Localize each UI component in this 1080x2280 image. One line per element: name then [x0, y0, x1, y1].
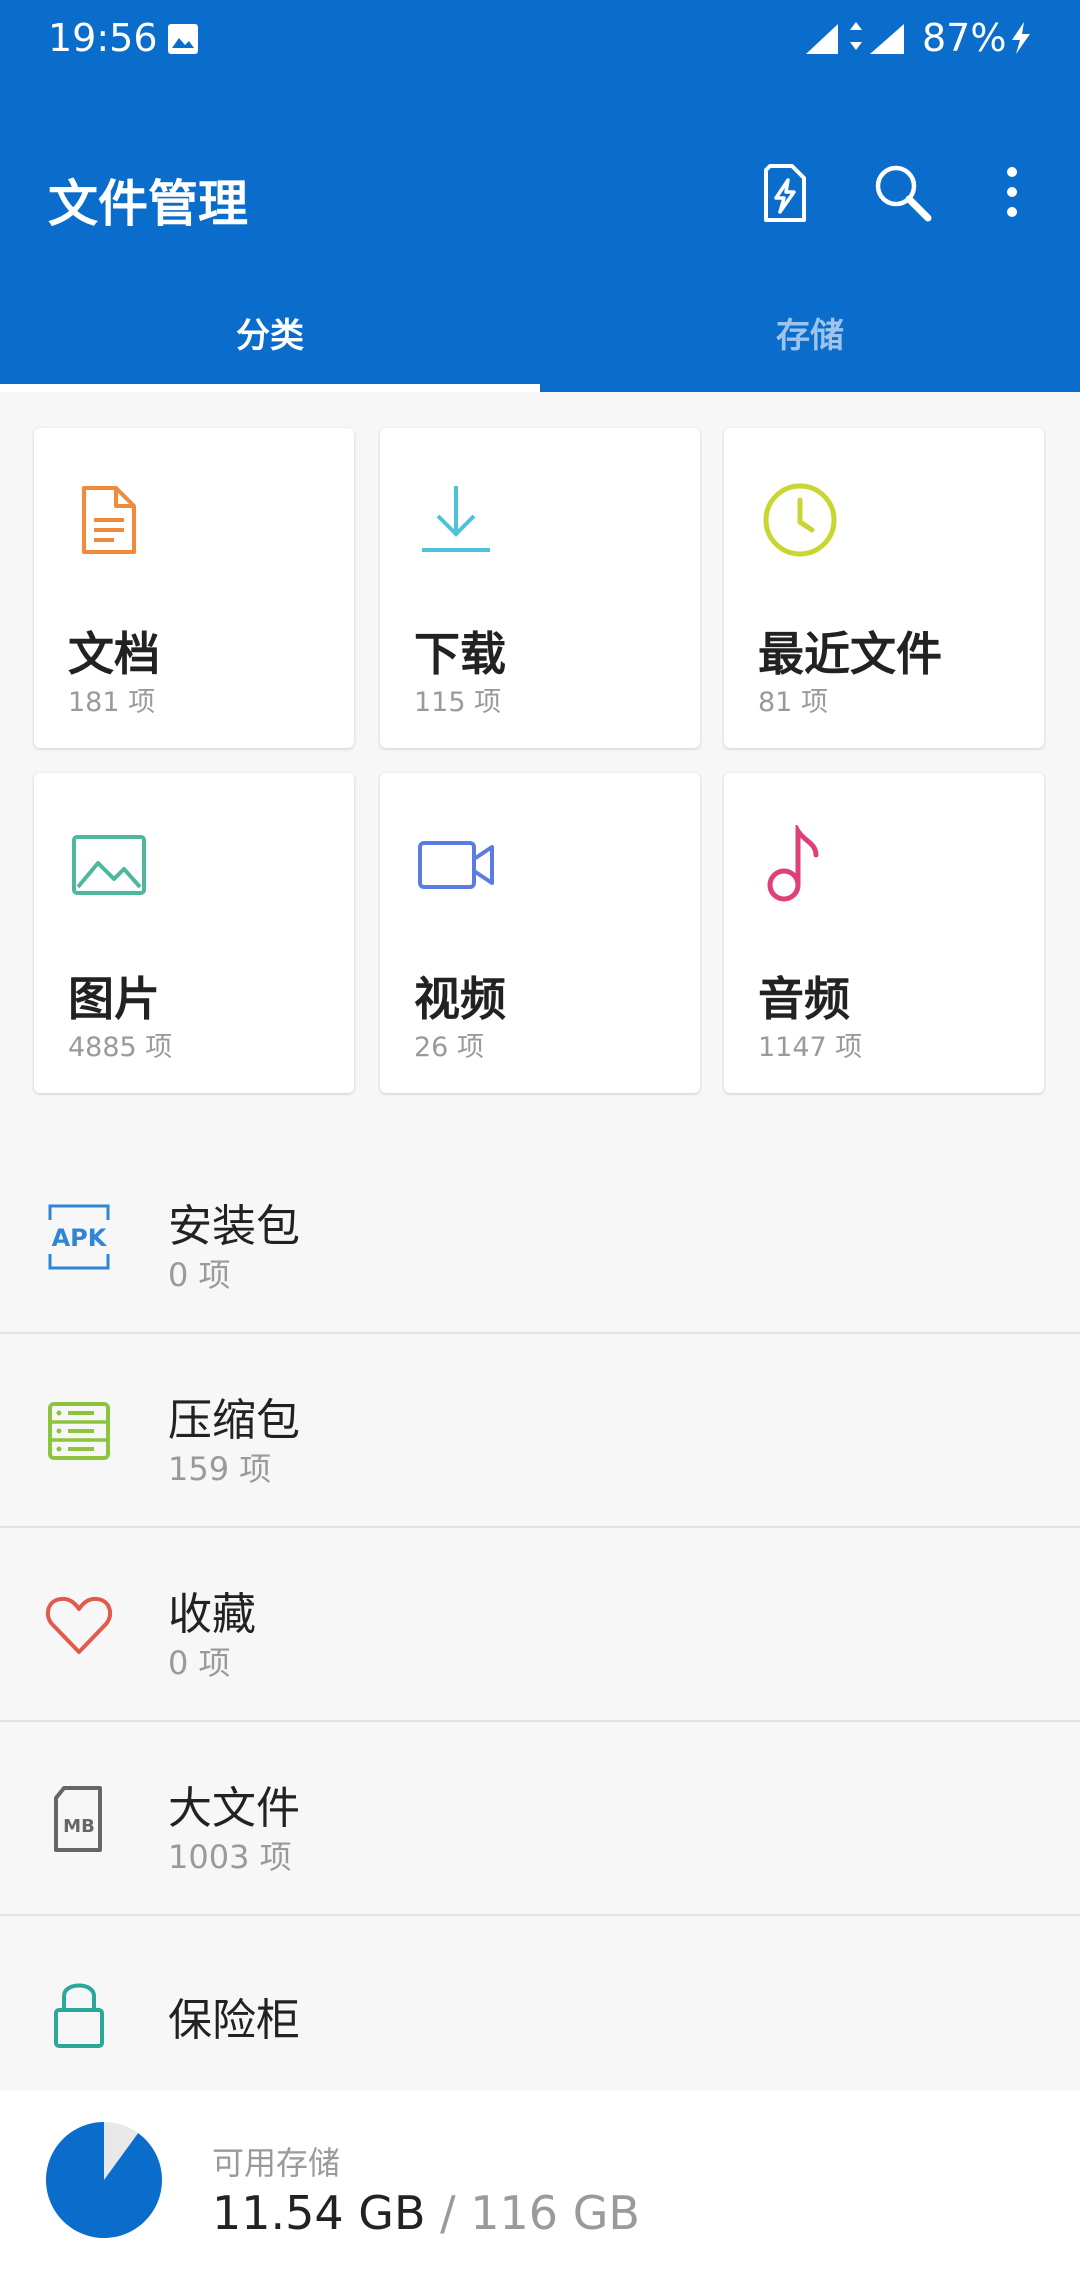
list-item-count: 0 项	[168, 1644, 231, 1682]
signal-4g-icon	[866, 22, 906, 60]
app-bar: 19:56 87% 文件管理 分类 存储	[0, 0, 1080, 392]
document-icon	[82, 486, 136, 554]
category-count: 181 项	[68, 687, 156, 718]
tab-category[interactable]: 分类	[0, 308, 540, 357]
storage-pie-chart	[45, 2122, 162, 2238]
category-card-downloads[interactable]: 下载 115 项	[380, 428, 700, 748]
gallery-notification-icon	[166, 22, 200, 60]
list-item-count: 159 项	[168, 1450, 272, 1488]
more-options-button[interactable]	[980, 158, 1050, 228]
list-item-favorites[interactable]: 收藏 0 项	[0, 1528, 1080, 1722]
storage-total: 116 GB	[470, 2186, 640, 2240]
category-count: 81 项	[758, 687, 828, 718]
search-button[interactable]	[868, 158, 938, 228]
list-item-archive[interactable]: 压缩包 159 项	[0, 1334, 1080, 1528]
storage-label: 可用存储	[212, 2144, 341, 2182]
clock-icon	[763, 483, 837, 557]
list-item-label: 安装包	[168, 1201, 300, 1252]
list-item-label: 压缩包	[168, 1395, 300, 1446]
list-item-vault[interactable]: 保险柜	[0, 1916, 1080, 2090]
category-label: 视频	[414, 972, 506, 1026]
storage-summary[interactable]: 可用存储 11.54 GB / 116 GB	[0, 2090, 1080, 2280]
category-card-documents[interactable]: 文档 181 项	[34, 428, 354, 748]
category-label: 下载	[414, 627, 506, 681]
storage-separator: /	[425, 2186, 471, 2240]
list-item-label: 大文件	[168, 1783, 300, 1834]
category-card-audio[interactable]: 音频 1147 项	[724, 773, 1044, 1093]
category-count: 1147 项	[758, 1032, 863, 1063]
search-icon	[875, 165, 932, 222]
category-label: 文档	[68, 627, 160, 681]
category-label: 最近文件	[758, 627, 942, 681]
storage-used: 11.54 GB	[212, 2186, 426, 2240]
category-card-videos[interactable]: 视频 26 项	[380, 773, 700, 1093]
charging-icon	[1008, 20, 1034, 60]
category-label: 音频	[758, 972, 850, 1026]
large-file-icon: MB	[54, 1786, 102, 1852]
file-flash-icon	[764, 164, 806, 222]
battery-percent: 87%	[922, 16, 1007, 60]
music-note-icon	[767, 825, 819, 902]
video-icon	[418, 841, 494, 889]
download-icon	[422, 486, 490, 552]
data-arrows-icon	[848, 18, 864, 58]
list-item-count: 0 项	[168, 1256, 231, 1294]
category-card-recent[interactable]: 最近文件 81 项	[724, 428, 1044, 748]
more-vert-icon	[1007, 167, 1017, 217]
list-item-count: 1003 项	[168, 1838, 292, 1876]
category-card-images[interactable]: 图片 4885 项	[34, 773, 354, 1093]
category-count: 4885 项	[68, 1032, 173, 1063]
page-title: 文件管理	[48, 175, 248, 233]
category-count: 26 项	[414, 1032, 484, 1063]
svg-text:APK: APK	[52, 1224, 108, 1252]
svg-text:MB: MB	[63, 1816, 95, 1837]
status-time: 19:56	[48, 16, 158, 60]
archive-icon	[48, 1402, 110, 1460]
tab-storage[interactable]: 存储	[540, 308, 1080, 357]
tab-indicator	[0, 384, 540, 392]
heart-icon	[45, 1596, 113, 1654]
signal-icon	[804, 22, 840, 60]
lock-icon	[54, 1983, 104, 2048]
list-item-large-files[interactable]: MB 大文件 1003 项	[0, 1722, 1080, 1916]
list-item-apk[interactable]: APK 安装包 0 项	[0, 1140, 1080, 1334]
storage-pie-available	[45, 2122, 162, 2238]
status-bar: 19:56 87%	[0, 0, 1080, 80]
list-item-label: 收藏	[168, 1589, 256, 1640]
apk-icon: APK	[48, 1204, 110, 1270]
category-label: 图片	[68, 972, 160, 1026]
list-item-label: 保险柜	[168, 1995, 300, 2046]
category-count: 115 项	[414, 687, 502, 718]
file-clean-button[interactable]	[748, 158, 818, 228]
storage-value: 11.54 GB / 116 GB	[212, 2186, 640, 2240]
image-icon	[72, 835, 146, 895]
